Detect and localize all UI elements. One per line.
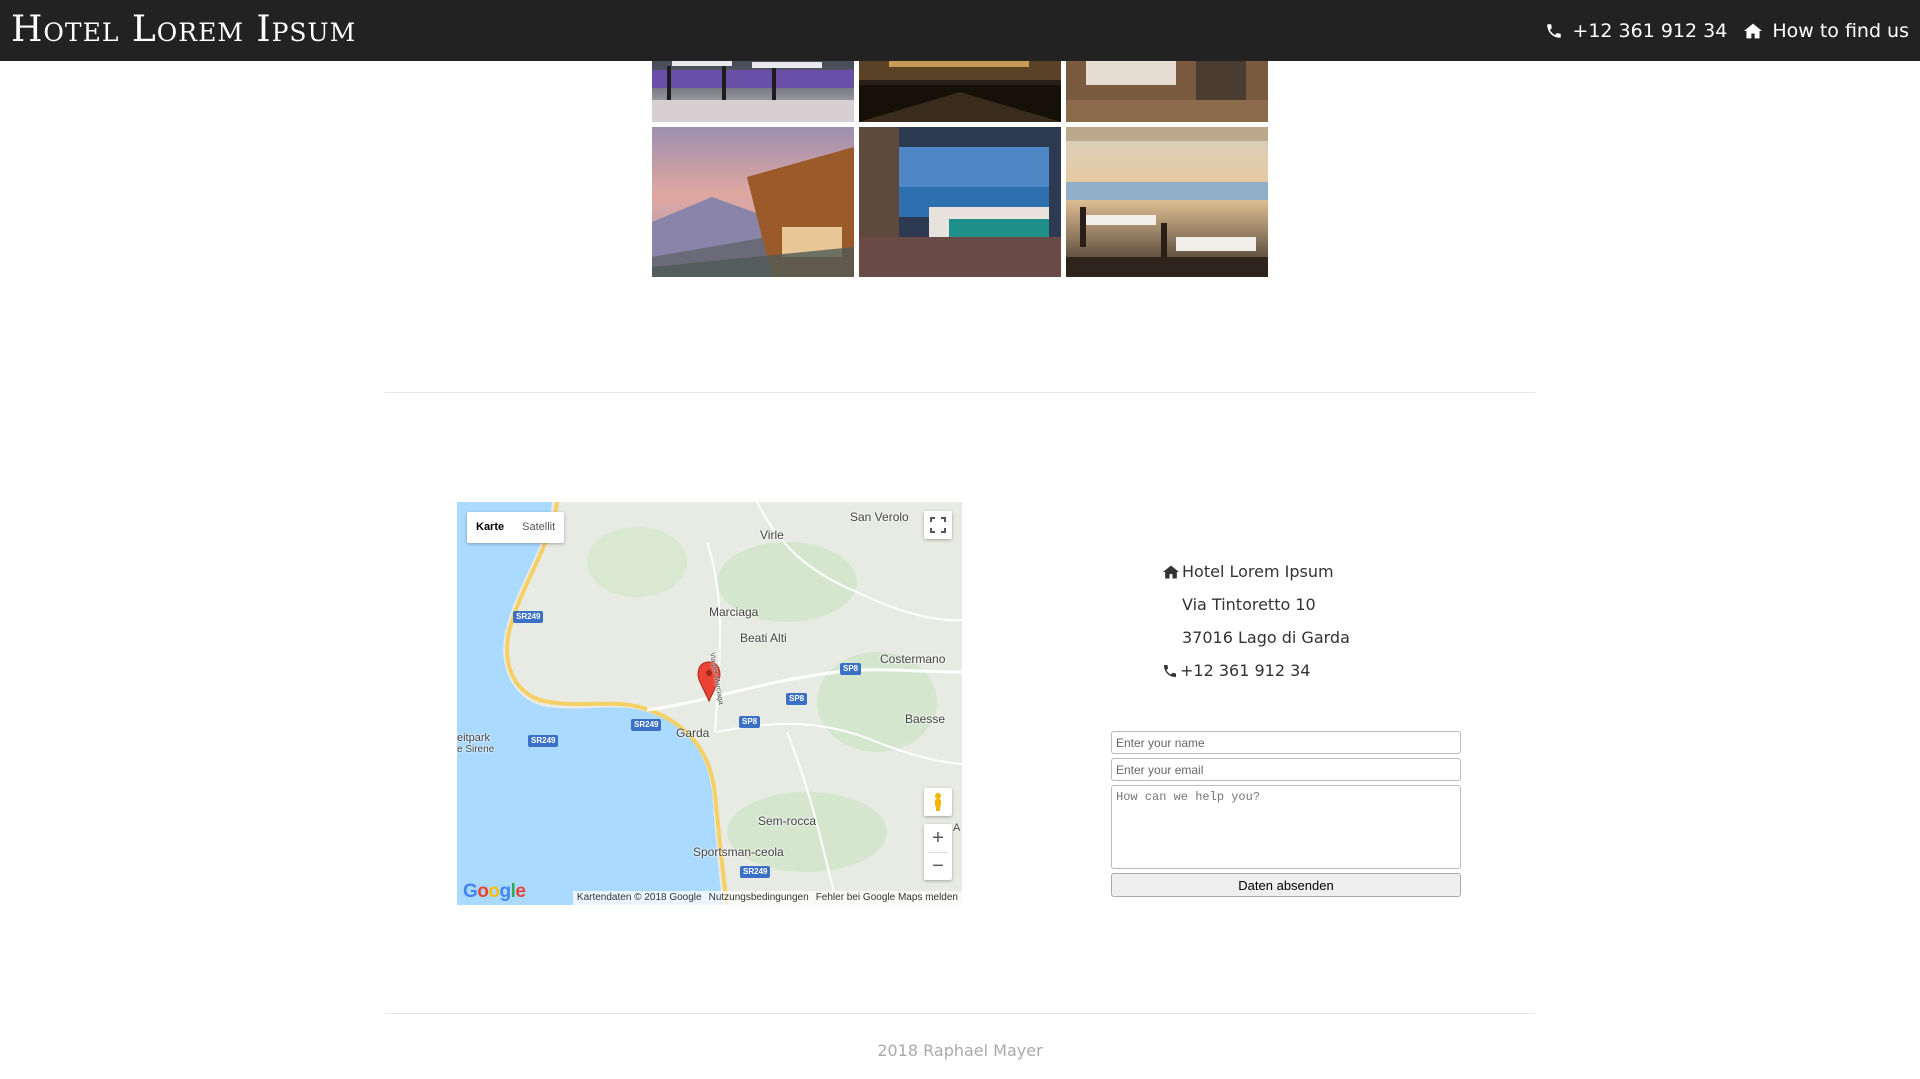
road-shield: SP8 [840,663,862,675]
road-shield: SR249 [740,866,771,878]
road-shield: SP8 [739,716,761,728]
google-map[interactable]: Karte Satellit + − San Verolo Virle Marc… [457,502,962,905]
map-type-control: Karte Satellit [467,512,565,543]
road-shield: SR249 [528,735,559,747]
gallery-image-seaview-bedroom[interactable] [859,127,1061,277]
gallery-image-seaside-dining[interactable] [1066,127,1268,277]
address-street: Via Tintoretto 10 [1182,594,1316,614]
report-error-link[interactable]: Fehler bei Google Maps melden [816,891,958,905]
address-street-row: Via Tintoretto 10 [1160,588,1350,621]
map-credits: Kartendaten © 2018 Google Nutzungsbeding… [572,891,962,905]
nav-links: +12 361 912 34 How to find us [1545,0,1909,61]
map-place-label: Baesse [905,712,946,726]
email-input[interactable] [1111,758,1461,781]
map-place-label: San Verolo [850,510,909,524]
map-type-karte[interactable]: Karte [467,512,513,543]
terms-link[interactable]: Nutzungsbedingungen [709,891,809,905]
map-data-credit: Kartendaten © 2018 Google [576,892,702,903]
phone-icon [1164,664,1176,677]
name-input[interactable] [1111,731,1461,754]
map-place-label: Beati Alti [740,631,787,645]
address-phone-row: +12 361 912 34 [1160,654,1350,687]
map-place-label: A [953,822,961,834]
map-place-label: e Sirene [457,744,495,755]
road-shield: SR249 [631,719,662,731]
zoom-out-button[interactable]: − [932,853,944,880]
map-place-label: Costermano [880,652,946,666]
contact-address: Hotel Lorem Ipsum Via Tintoretto 10 3701… [1160,555,1350,687]
contact-form: Daten absenden [1111,731,1461,897]
pegman-icon [935,793,941,811]
map-place-label: Sportsman-ceola [693,845,784,859]
address-city: 37016 Lago di Garda [1182,627,1350,647]
address-city-row: 37016 Lago di Garda [1160,621,1350,654]
google-logo: Google [463,881,526,902]
nav-phone-label: +12 361 912 34 [1572,19,1728,42]
submit-button[interactable]: Daten absenden [1111,873,1461,897]
message-textarea[interactable] [1111,785,1461,869]
fullscreen-button[interactable] [924,511,952,539]
home-icon [1163,564,1179,579]
top-navbar: Hotel Lorem Ipsum +12 361 912 34 How to … [0,0,1920,61]
address-hotel-name-row: Hotel Lorem Ipsum [1160,555,1350,588]
zoom-control: + − [924,824,952,880]
section-divider-top [385,392,1535,393]
gallery-image-mountain-balcony[interactable] [652,127,854,277]
road-shield: SP8 [786,693,808,705]
map-place-label: Sem-rocca [758,814,817,828]
fullscreen-icon [930,517,946,533]
map-place-label: Garda [676,726,710,740]
nav-directions-link[interactable]: How to find us [1743,20,1909,42]
address-hotel-name: Hotel Lorem Ipsum [1182,561,1334,581]
address-phone: +12 361 912 34 [1180,660,1311,680]
map-place-label: Marciaga [709,605,759,619]
nav-phone-link[interactable]: +12 361 912 34 [1545,20,1727,42]
road-shield: SR249 [513,611,544,623]
zoom-in-button[interactable]: + [932,825,944,852]
map-footer: Google Kartendaten © 2018 Google Nutzung… [457,881,962,905]
map-place-label: eitpark [457,732,491,744]
nav-directions-label: How to find us [1772,19,1909,42]
section-divider-bottom [385,1013,1535,1014]
footer-copyright: 2018 Raphael Mayer [877,1041,1043,1060]
street-view-button[interactable] [924,788,952,816]
map-place-label: Virle [760,528,784,542]
brand-logo[interactable]: Hotel Lorem Ipsum [11,8,356,52]
home-icon [1744,23,1763,38]
map-type-satellit[interactable]: Satellit [513,512,564,543]
phone-icon [1547,23,1562,38]
